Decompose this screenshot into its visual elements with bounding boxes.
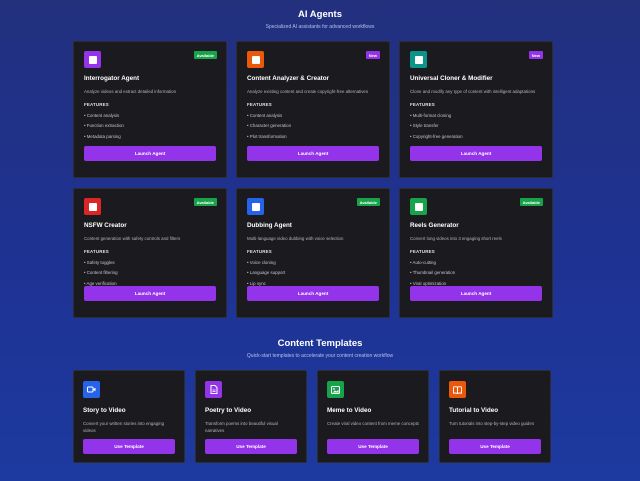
feature-item: Viral optimization: [410, 281, 542, 286]
template-card: Poetry to Video Transform poems into bea…: [195, 370, 307, 463]
launch-agent-button[interactable]: Launch Agent: [410, 146, 542, 161]
agent-title: NSFW Creator: [84, 222, 127, 229]
status-badge: Available: [193, 51, 217, 59]
features-heading: FEATURES: [247, 249, 272, 254]
status-badge: Available: [193, 198, 217, 206]
agent-card: New Universal Cloner & Modifier Clone an…: [399, 41, 553, 178]
image-icon: [327, 381, 344, 398]
agents-section-title: AI Agents: [298, 9, 342, 20]
feature-item: Voice cloning: [247, 260, 379, 265]
feature-item: Safety toggles: [84, 260, 216, 265]
agent-description: Clone and modify any type of content wit…: [410, 89, 536, 94]
feature-item: Content analysis: [247, 113, 379, 118]
launch-agent-button[interactable]: Launch Agent: [410, 286, 542, 301]
agent-icon: [247, 51, 264, 68]
template-description: Create viral video content from meme con…: [327, 421, 419, 426]
agent-description: Analyze existing content and create copy…: [247, 89, 369, 94]
feature-item: Language support: [247, 270, 379, 275]
features-heading: FEATURES: [410, 249, 435, 254]
template-title: Poetry to Video: [205, 407, 252, 414]
use-template-button[interactable]: Use Template: [449, 439, 541, 454]
feature-item: Copyright-free generation: [410, 134, 542, 139]
feature-item: Function extraction: [84, 123, 216, 128]
template-card: Tutorial to Video Turn tutorials into st…: [439, 370, 551, 463]
feature-item: Style transfer: [410, 123, 542, 128]
agent-title: Reels Generator: [410, 222, 459, 229]
agent-description: Multi-language video dubbing with voice …: [247, 236, 344, 241]
use-template-button[interactable]: Use Template: [205, 439, 297, 454]
template-card: Meme to Video Create viral video content…: [317, 370, 429, 463]
features-heading: FEATURES: [84, 249, 109, 254]
agent-icon: [84, 51, 101, 68]
status-badge: New: [365, 51, 380, 59]
template-title: Story to Video: [83, 407, 126, 414]
features-heading: FEATURES: [84, 102, 109, 107]
agent-card: Available Dubbing Agent Multi-language v…: [236, 188, 390, 318]
status-badge: New: [528, 51, 543, 59]
template-card: Story to Video Convert your written stor…: [73, 370, 185, 463]
agent-icon: [410, 198, 427, 215]
agent-title: Content Analyzer & Creator: [247, 75, 329, 82]
feature-item: Content analysis: [84, 113, 216, 118]
agents-section-subtitle: Specialized AI assistants for advanced w…: [265, 24, 375, 30]
feature-item: Multi-format cloning: [410, 113, 542, 118]
launch-agent-button[interactable]: Launch Agent: [84, 286, 216, 301]
agent-card: New Content Analyzer & Creator Analyze e…: [236, 41, 390, 178]
agent-card: Available NSFW Creator Content generatio…: [73, 188, 227, 318]
launch-agent-button[interactable]: Launch Agent: [247, 286, 379, 301]
feature-item: Plot transformation: [247, 134, 379, 139]
agent-icon: [247, 198, 264, 215]
agent-card: Available Reels Generator Convert long v…: [399, 188, 553, 318]
feature-item: Lip sync: [247, 281, 379, 286]
book-icon: [449, 381, 466, 398]
use-template-button[interactable]: Use Template: [327, 439, 419, 454]
use-template-button[interactable]: Use Template: [83, 439, 175, 454]
launch-agent-button[interactable]: Launch Agent: [247, 146, 379, 161]
feature-item: Metadata parsing: [84, 134, 216, 139]
feature-item: Age verification: [84, 281, 216, 286]
feature-item: Content filtering: [84, 270, 216, 275]
feature-item: Auto-cutting: [410, 260, 542, 265]
feature-item: Character generation: [247, 123, 379, 128]
feature-item: Thumbnail generation: [410, 270, 542, 275]
document-icon: [205, 381, 222, 398]
templates-section-title: Content Templates: [277, 338, 363, 349]
agent-title: Dubbing Agent: [247, 222, 292, 229]
video-icon: [83, 381, 100, 398]
agent-title: Universal Cloner & Modifier: [410, 75, 493, 82]
agent-icon: [84, 198, 101, 215]
template-description: Turn tutorials into step-by-step video g…: [449, 421, 535, 426]
agent-card: Available Interrogator Agent Analyze vid…: [73, 41, 227, 178]
template-description: Transform poems into beautiful visual na…: [205, 421, 278, 433]
template-title: Meme to Video: [327, 407, 372, 414]
launch-agent-button[interactable]: Launch Agent: [84, 146, 216, 161]
agent-description: Analyze videos and extract detailed info…: [84, 89, 177, 94]
status-badge: Available: [356, 198, 380, 206]
status-badge: Available: [519, 198, 543, 206]
features-heading: FEATURES: [247, 102, 272, 107]
template-description: Convert your written stories into engagi…: [83, 421, 165, 433]
agent-description: Content generation with safety controls …: [84, 236, 181, 241]
agent-title: Interrogator Agent: [84, 75, 140, 82]
agent-icon: [410, 51, 427, 68]
features-heading: FEATURES: [410, 102, 435, 107]
templates-section-subtitle: Quick-start templates to accelerate your…: [246, 353, 394, 359]
template-title: Tutorial to Video: [449, 407, 499, 414]
agent-description: Convert long videos into 3 engaging shor…: [410, 236, 502, 241]
